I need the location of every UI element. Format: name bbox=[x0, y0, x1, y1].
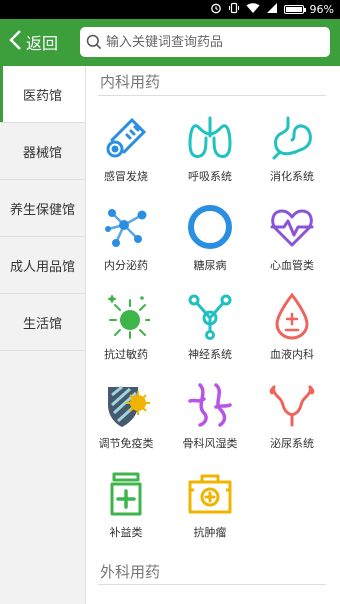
search-icon bbox=[86, 34, 102, 50]
category-endocrine[interactable]: 内分泌药 bbox=[86, 203, 166, 273]
category-oncology[interactable]: 抗肿瘤 bbox=[170, 470, 250, 540]
category-label: 泌尿系统 bbox=[270, 437, 314, 450]
heart-pulse-icon bbox=[270, 209, 314, 247]
category-label: 抗肿瘤 bbox=[193, 526, 227, 539]
category-diabetes[interactable]: 糖尿病 bbox=[170, 203, 250, 273]
category-anti-allergy[interactable]: 抗过敏药 bbox=[86, 292, 166, 362]
back-button[interactable]: 返回 bbox=[8, 28, 58, 56]
header-bar: 返回 bbox=[0, 19, 340, 66]
category-label: 补益类 bbox=[109, 526, 143, 539]
sidebar-item-label: 成人用品馆 bbox=[9, 259, 75, 275]
ring-icon bbox=[188, 205, 232, 249]
status-bar: 96% bbox=[0, 0, 340, 19]
category-label: 内分泌药 bbox=[104, 259, 148, 272]
section-divider bbox=[98, 584, 326, 585]
category-cold-fever[interactable]: 感冒发烧 bbox=[86, 114, 166, 184]
thermometer-icon bbox=[106, 118, 147, 158]
lungs-icon bbox=[188, 116, 232, 158]
shield-icon bbox=[108, 385, 150, 427]
category-label: 神经系统 bbox=[188, 348, 232, 361]
sidebar-item-devices[interactable]: 器械馆 bbox=[0, 123, 85, 180]
signal-icon bbox=[266, 2, 278, 17]
sidebar-item-adult[interactable]: 成人用品馆 bbox=[0, 237, 85, 294]
battery-icon bbox=[283, 5, 306, 14]
category-tonic[interactable]: 补益类 bbox=[86, 470, 166, 540]
category-content: 内科用药 感冒发烧 呼吸系统 消化系统 内分泌药 糖尿病 心血管类 抗过敏药 神… bbox=[86, 66, 340, 604]
sidebar-item-label: 养生保健馆 bbox=[9, 202, 75, 218]
search-input[interactable] bbox=[106, 34, 316, 50]
category-orthopedics[interactable]: 骨科风湿类 bbox=[170, 381, 250, 451]
category-label: 调节免疫类 bbox=[98, 437, 154, 450]
category-label: 血液内科 bbox=[270, 348, 314, 361]
sidebar-item-label: 医药馆 bbox=[22, 88, 62, 104]
status-right: 96% bbox=[210, 2, 334, 17]
allergen-icon bbox=[108, 295, 150, 339]
chevron-left-icon bbox=[8, 29, 22, 56]
neuron-icon bbox=[188, 294, 232, 340]
category-sidebar: 医药馆 器械馆 养生保健馆 成人用品馆 生活馆 bbox=[0, 66, 86, 604]
category-hematology[interactable]: 血液内科 bbox=[252, 292, 332, 362]
stomach-icon bbox=[272, 116, 312, 160]
bottle-plus-icon bbox=[110, 472, 142, 516]
category-cardiovascular[interactable]: 心血管类 bbox=[252, 203, 332, 273]
category-label: 呼吸系统 bbox=[188, 170, 232, 183]
medkit-icon bbox=[188, 474, 232, 514]
sidebar-item-label: 生活馆 bbox=[22, 316, 62, 332]
category-urinary[interactable]: 泌尿系统 bbox=[252, 381, 332, 451]
category-label: 骨科风湿类 bbox=[182, 437, 238, 450]
urinary-icon bbox=[269, 385, 315, 427]
sidebar-item-label: 器械馆 bbox=[22, 145, 62, 161]
wifi-icon bbox=[246, 2, 260, 17]
category-nervous[interactable]: 神经系统 bbox=[170, 292, 250, 362]
section-divider bbox=[98, 95, 326, 96]
category-immunity[interactable]: 调节免疫类 bbox=[86, 381, 166, 451]
sidebar-item-life[interactable]: 生活馆 bbox=[0, 294, 85, 351]
section-title-internal: 内科用药 bbox=[100, 73, 161, 91]
sidebar-item-medicine[interactable]: 医药馆 bbox=[0, 66, 85, 123]
category-label: 糖尿病 bbox=[193, 259, 227, 272]
sidebar-item-health[interactable]: 养生保健馆 bbox=[0, 180, 85, 237]
bones-icon bbox=[188, 383, 232, 427]
section-title-external: 外科用药 bbox=[100, 563, 161, 581]
back-label: 返回 bbox=[26, 34, 59, 53]
category-label: 感冒发烧 bbox=[104, 170, 148, 183]
category-label: 心血管类 bbox=[270, 259, 314, 272]
alarm-icon bbox=[210, 2, 222, 17]
vibrate-icon bbox=[228, 2, 240, 17]
blood-drop-icon bbox=[275, 292, 309, 340]
category-label: 消化系统 bbox=[270, 170, 314, 183]
molecule-icon bbox=[105, 209, 147, 247]
category-respiratory[interactable]: 呼吸系统 bbox=[170, 114, 250, 184]
battery-percent: 96% bbox=[309, 3, 334, 16]
category-digestive[interactable]: 消化系统 bbox=[252, 114, 332, 184]
search-box[interactable] bbox=[80, 27, 330, 57]
category-label: 抗过敏药 bbox=[104, 348, 148, 361]
